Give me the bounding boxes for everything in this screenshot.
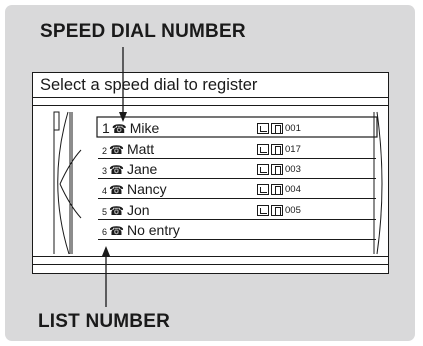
phone-icon: ☎ (109, 183, 124, 197)
speed-dial-number: 005 (285, 205, 301, 216)
entry-divider (98, 178, 376, 179)
mobile-icon (271, 144, 283, 155)
speed-dial-number: 004 (285, 184, 301, 195)
speed-dial-entry[interactable]: 3 ☎ Jane (102, 160, 157, 178)
entry-name: Jane (126, 161, 158, 177)
phone-icon: ☎ (109, 224, 124, 238)
speed-dial-entry[interactable]: 4 ☎ Nancy (102, 180, 167, 198)
speed-dial-number: 017 (285, 144, 301, 155)
entry-name: Matt (126, 141, 155, 157)
entry-name: Mike (129, 120, 160, 136)
entry-divider (98, 158, 376, 159)
speed-dial-entry[interactable]: 5 ☎ Jon (102, 201, 150, 219)
entry-name: No entry (126, 222, 180, 238)
list-number: 1 (102, 120, 110, 136)
entry-details: 003 (257, 164, 301, 175)
mobile-icon (271, 164, 283, 175)
phone-icon: ☎ (109, 143, 124, 157)
speed-dial-number: 001 (285, 123, 301, 134)
contact-icon (257, 123, 269, 134)
contact-icon (257, 144, 269, 155)
phone-icon: ☎ (111, 122, 127, 136)
entry-details: 005 (257, 205, 301, 216)
contact-icon (257, 164, 269, 175)
scroll-bar (53, 111, 60, 131)
entry-name: Nancy (126, 181, 167, 197)
phone-icon: ☎ (109, 163, 124, 177)
list-bottom-divider (33, 256, 388, 257)
mobile-icon (271, 123, 283, 134)
mobile-icon (271, 184, 283, 195)
entry-divider (98, 239, 376, 240)
speed-dial-entry[interactable]: 2 ☎ Matt (102, 140, 154, 158)
entry-divider (98, 219, 376, 220)
entry-details: 004 (257, 184, 301, 195)
entry-details: 001 (257, 123, 301, 134)
entry-details: 017 (257, 144, 301, 155)
entry-divider (98, 198, 376, 199)
list-frame-graphic (53, 111, 383, 255)
speed-dial-entry[interactable]: 6 ☎ No entry (102, 221, 180, 239)
speed-dial-number: 003 (285, 164, 301, 175)
speed-dial-number-callout: SPEED DIAL NUMBER (40, 21, 246, 42)
speed-dial-screen: Select a speed dial to register 1 ☎ Mike 00… (32, 72, 389, 274)
footer-divider (33, 264, 388, 265)
speed-dial-entry[interactable]: 1 ☎ Mike (102, 119, 159, 137)
entry-name: Jon (126, 202, 150, 218)
phone-icon: ☎ (109, 204, 124, 218)
list-number-callout: LIST NUMBER (38, 311, 171, 332)
contact-icon (257, 205, 269, 216)
mobile-icon (271, 205, 283, 216)
contact-icon (257, 184, 269, 195)
